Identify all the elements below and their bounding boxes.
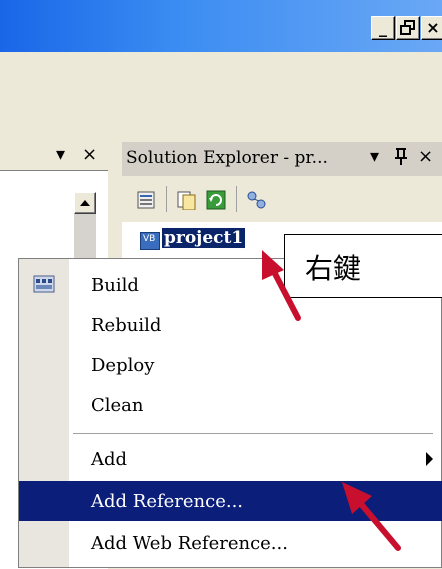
close-button[interactable]: × <box>421 16 442 40</box>
menu-item-label: Add <box>91 449 128 470</box>
restore-icon <box>400 20 415 35</box>
menu-separator <box>73 433 433 434</box>
show-all-files-icon[interactable] <box>176 190 198 210</box>
solution-explorer-header: Solution Explorer - pr... ▾ × <box>122 142 442 176</box>
class-diagram-icon[interactable] <box>246 190 268 210</box>
submenu-arrow-icon <box>426 452 433 466</box>
window-title-bar: _ × <box>0 0 442 52</box>
scrollbar-track[interactable] <box>74 214 96 264</box>
menu-item-label: Clean <box>91 395 144 416</box>
left-pane-dropdown-icon[interactable]: ▾ <box>56 144 65 165</box>
toolbar-area <box>0 52 442 142</box>
scroll-up-button[interactable] <box>74 192 96 214</box>
se-close-icon[interactable]: × <box>418 146 433 167</box>
se-pin-icon[interactable] <box>394 146 408 171</box>
properties-icon[interactable] <box>136 190 158 210</box>
project-node[interactable]: project1 <box>160 227 247 249</box>
build-icon <box>33 275 55 293</box>
menu-item-clean[interactable]: Clean <box>19 385 442 425</box>
menu-item-label: Rebuild <box>91 315 162 336</box>
pin-icon <box>395 148 407 165</box>
left-pane-close-icon[interactable]: × <box>82 144 97 165</box>
toolbar-separator <box>236 186 237 212</box>
menu-item-label: Add Web Reference... <box>91 533 288 554</box>
menu-item-label: Build <box>91 275 139 296</box>
solution-explorer-title: Solution Explorer - pr... <box>126 148 328 168</box>
callout-text: 右鍵 <box>305 252 362 285</box>
menu-item-add-reference[interactable]: Add Reference... <box>19 481 442 521</box>
solution-explorer-toolbar <box>122 176 442 222</box>
menu-item-rebuild[interactable]: Rebuild <box>19 305 442 345</box>
menu-item-deploy[interactable]: Deploy <box>19 345 442 385</box>
refresh-icon[interactable] <box>206 190 228 210</box>
menu-item-add[interactable]: Add <box>19 439 442 479</box>
vb-project-icon <box>140 232 160 250</box>
left-pane-header: ▾ × <box>0 142 118 170</box>
menu-item-label: Add Reference... <box>91 491 244 512</box>
toolbar-separator <box>166 186 167 212</box>
minimize-button[interactable]: _ <box>371 16 395 40</box>
menu-item-add-web-reference[interactable]: Add Web Reference... <box>19 523 442 563</box>
restore-button[interactable] <box>396 16 420 40</box>
annotation-callout: 右鍵 <box>284 234 442 298</box>
context-menu: Build Rebuild Deploy Clean Add Add Refer… <box>18 258 442 568</box>
menu-item-label: Deploy <box>91 355 155 376</box>
se-dropdown-icon[interactable]: ▾ <box>370 146 379 167</box>
